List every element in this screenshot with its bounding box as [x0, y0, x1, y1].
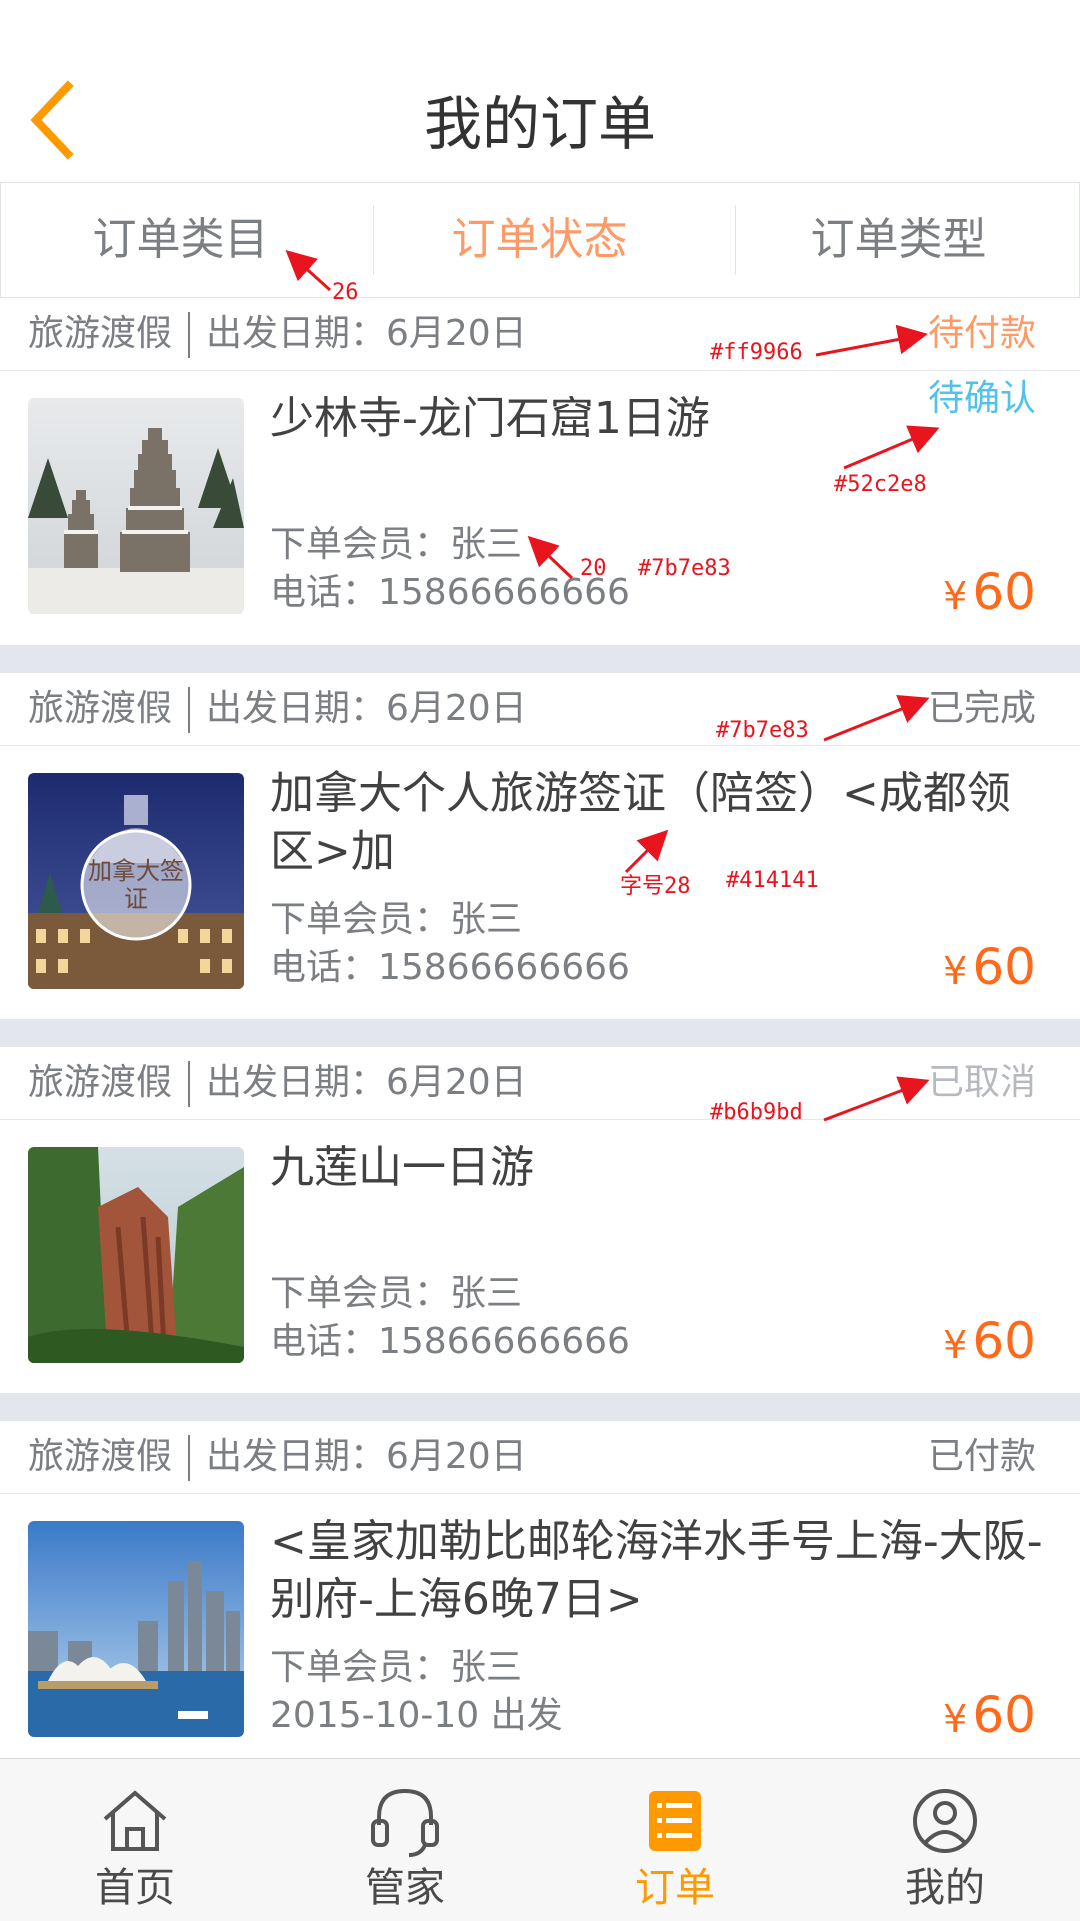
tabbar-label: 管家 — [365, 1865, 445, 1911]
annotation-label: 字号28 — [620, 874, 691, 899]
headset-icon — [371, 1788, 439, 1857]
bottom-tab-bar: 首页 管家 订单 我的 — [0, 1758, 1080, 1921]
annotation-label: #414141 — [726, 868, 819, 893]
annotation-label: #b6b9bd — [710, 1100, 803, 1125]
annotation-label: 26 — [332, 280, 359, 305]
annotation-label: #ff9966 — [710, 340, 803, 365]
annotation-label: #7b7e83 — [638, 556, 731, 581]
tabbar-item-butler[interactable]: 管家 — [270, 1759, 540, 1921]
order-list-icon — [649, 1791, 701, 1851]
home-icon — [103, 1790, 167, 1851]
tabbar-item-me[interactable]: 我的 — [810, 1759, 1080, 1921]
annotation-arrows — [285, 249, 940, 1122]
tabbar-label: 我的 — [905, 1865, 985, 1911]
tabbar-label: 首页 — [95, 1865, 175, 1911]
user-icon — [913, 1789, 977, 1853]
tabbar-label: 订单 — [635, 1865, 715, 1911]
annotation-label: #7b7e83 — [716, 718, 809, 743]
annotation-label: 20 — [580, 556, 607, 581]
tabbar-item-home[interactable]: 首页 — [0, 1759, 270, 1921]
annotation-label: #52c2e8 — [834, 472, 927, 497]
tabbar-item-orders[interactable]: 订单 — [540, 1759, 810, 1921]
